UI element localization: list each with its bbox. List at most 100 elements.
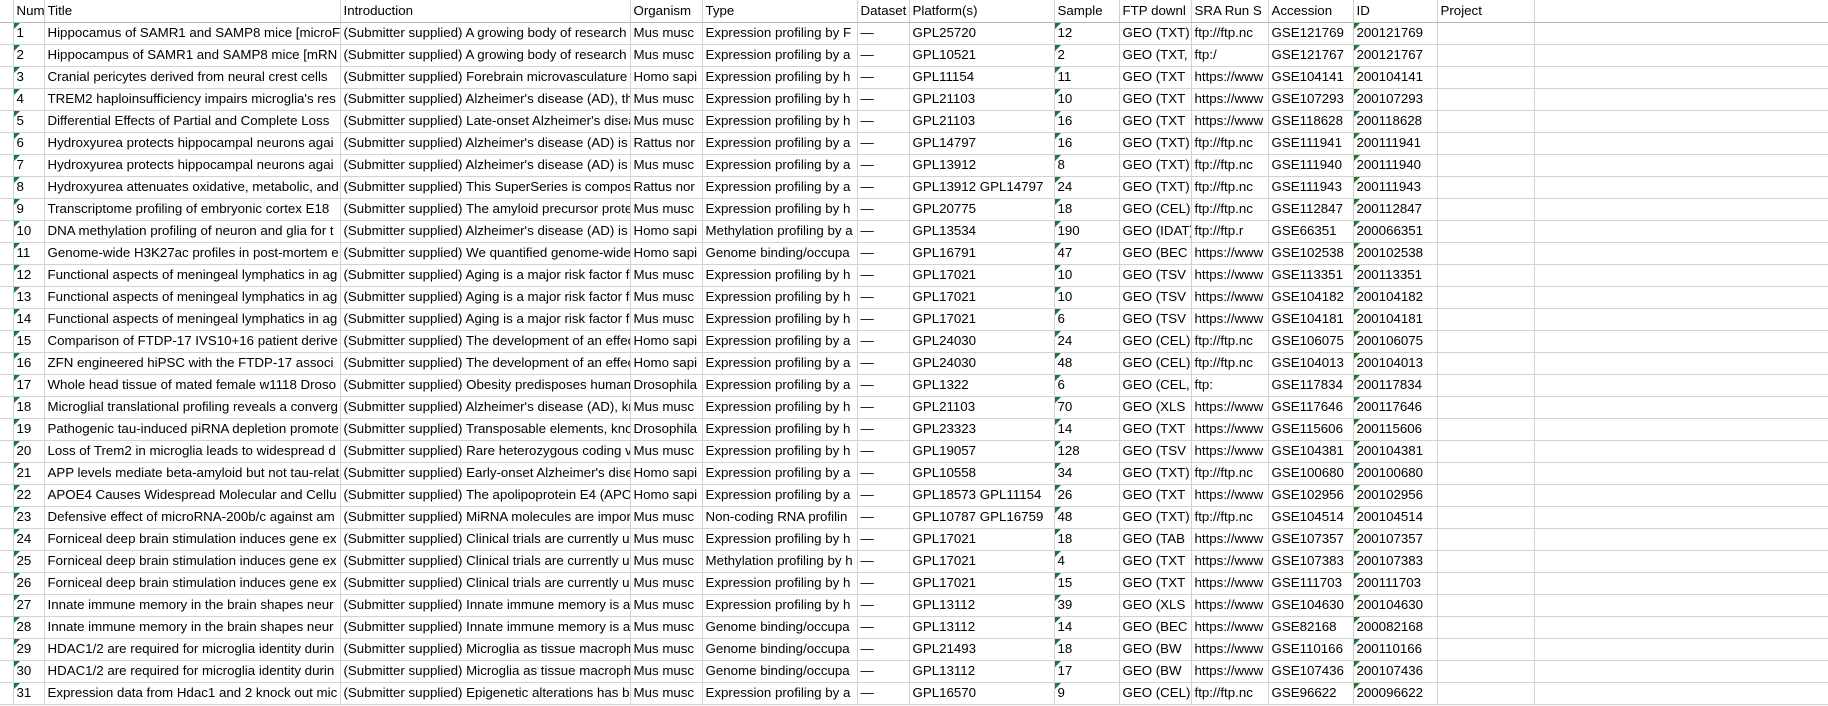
cell-introduction[interactable]: (Submitter supplied) Transposable elemen… [340, 418, 631, 441]
cell-platform[interactable]: GPL23323 [909, 418, 1055, 441]
cell-sra-run-selector[interactable]: ftp: [1191, 374, 1269, 397]
cell-number[interactable]: 25 [13, 550, 45, 573]
column-header-ftp[interactable]: FTP downl [1119, 0, 1192, 23]
cell-empty-tail[interactable] [1534, 440, 1828, 463]
cell-title[interactable]: Cranial pericytes derived from neural cr… [44, 66, 341, 89]
cell-title[interactable]: ZFN engineered hiPSC with the FTDP-17 as… [44, 352, 341, 375]
cell-organism[interactable]: Rattus nor [630, 176, 703, 199]
cell-title[interactable]: APOE4 Causes Widespread Molecular and Ce… [44, 484, 341, 507]
cell-number[interactable]: 17 [13, 374, 45, 397]
cell-platform[interactable]: GPL18573 GPL11154 [909, 484, 1055, 507]
cell-project[interactable] [1437, 44, 1535, 67]
cell-title[interactable]: Whole head tissue of mated female w1118 … [44, 374, 341, 397]
cell-sra-run-selector[interactable]: https://www [1191, 308, 1269, 331]
cell-accession[interactable]: GSE104013 [1268, 352, 1354, 375]
cell-id[interactable]: 200111703 [1353, 572, 1438, 595]
cell-title[interactable]: Hippocamus of SAMR1 and SAMP8 mice [micr… [44, 22, 341, 45]
cell-title[interactable]: HDAC1/2 are required for microglia ident… [44, 660, 341, 683]
cell-number[interactable]: 10 [13, 220, 45, 243]
cell-empty-tail[interactable] [1534, 682, 1828, 705]
cell-sra-run-selector[interactable]: https://www [1191, 528, 1269, 551]
cell-type[interactable]: Expression profiling by h [702, 440, 858, 463]
cell-project[interactable] [1437, 264, 1535, 287]
row-gutter[interactable] [0, 66, 14, 89]
cell-id[interactable]: 200104181 [1353, 308, 1438, 331]
cell-organism[interactable]: Mus musc [630, 594, 703, 617]
column-header-dataset[interactable]: Dataset [857, 0, 910, 23]
cell-organism[interactable]: Homo sapi [630, 220, 703, 243]
row-gutter[interactable] [0, 176, 14, 199]
cell-organism[interactable]: Mus musc [630, 22, 703, 45]
cell-sample[interactable]: 10 [1054, 264, 1120, 287]
cell-platform[interactable]: GPL20775 [909, 198, 1055, 221]
cell-project[interactable] [1437, 242, 1535, 265]
cell-type[interactable]: Expression profiling by h [702, 198, 858, 221]
cell-ftp-download[interactable]: GEO (TSV [1119, 440, 1192, 463]
cell-id[interactable]: 200110166 [1353, 638, 1438, 661]
cell-id[interactable]: 200117646 [1353, 396, 1438, 419]
cell-platform[interactable]: GPL13112 [909, 594, 1055, 617]
cell-title[interactable]: Microglial translational profiling revea… [44, 396, 341, 419]
cell-empty-tail[interactable] [1534, 550, 1828, 573]
cell-project[interactable] [1437, 396, 1535, 419]
cell-introduction[interactable]: (Submitter supplied) Alzheimer's disease… [340, 154, 631, 177]
cell-empty-tail[interactable] [1534, 198, 1828, 221]
row-gutter[interactable] [0, 594, 14, 617]
cell-sra-run-selector[interactable]: https://www [1191, 264, 1269, 287]
cell-accession[interactable]: GSE110166 [1268, 638, 1354, 661]
cell-type[interactable]: Expression profiling by a [702, 462, 858, 485]
cell-number[interactable]: 30 [13, 660, 45, 683]
cell-sra-run-selector[interactable]: https://www [1191, 616, 1269, 639]
cell-introduction[interactable]: (Submitter supplied) Alzheimer's disease… [340, 88, 631, 111]
cell-title[interactable]: Forniceal deep brain stimulation induces… [44, 572, 341, 595]
cell-accession[interactable]: GSE104514 [1268, 506, 1354, 529]
cell-platform[interactable]: GPL13912 [909, 154, 1055, 177]
cell-organism[interactable]: Mus musc [630, 572, 703, 595]
cell-introduction[interactable]: (Submitter supplied) Microglia as tissue… [340, 660, 631, 683]
column-header-id[interactable]: ID [1353, 0, 1438, 23]
cell-title[interactable]: Pathogenic tau-induced piRNA depletion p… [44, 418, 341, 441]
cell-ftp-download[interactable]: GEO (TXT [1119, 88, 1192, 111]
cell-sample[interactable]: 24 [1054, 330, 1120, 353]
cell-accession[interactable]: GSE102538 [1268, 242, 1354, 265]
cell-introduction[interactable]: (Submitter supplied) The amyloid precurs… [340, 198, 631, 221]
cell-platform[interactable]: GPL25720 [909, 22, 1055, 45]
cell-empty-tail[interactable] [1534, 308, 1828, 331]
cell-number[interactable]: 1 [13, 22, 45, 45]
cell-accession[interactable]: GSE107436 [1268, 660, 1354, 683]
cell-type[interactable]: Genome binding/occupa [702, 660, 858, 683]
cell-dataset[interactable]: — [857, 616, 910, 639]
cell-accession[interactable]: GSE118628 [1268, 110, 1354, 133]
cell-sample[interactable]: 48 [1054, 506, 1120, 529]
cell-title[interactable]: Innate immune memory in the brain shapes… [44, 594, 341, 617]
cell-project[interactable] [1437, 374, 1535, 397]
cell-sample[interactable]: 6 [1054, 308, 1120, 331]
cell-accession[interactable]: GSE117834 [1268, 374, 1354, 397]
cell-number[interactable]: 22 [13, 484, 45, 507]
cell-organism[interactable]: Mus musc [630, 396, 703, 419]
column-header-title[interactable]: Title [44, 0, 341, 23]
cell-dataset[interactable]: — [857, 88, 910, 111]
cell-sra-run-selector[interactable]: ftp://ftp.nc [1191, 154, 1269, 177]
cell-sample[interactable]: 9 [1054, 682, 1120, 705]
cell-platform[interactable]: GPL11154 [909, 66, 1055, 89]
cell-number[interactable]: 9 [13, 198, 45, 221]
cell-project[interactable] [1437, 198, 1535, 221]
cell-type[interactable]: Expression profiling by a [702, 176, 858, 199]
cell-organism[interactable]: Mus musc [630, 44, 703, 67]
row-gutter[interactable] [0, 638, 14, 661]
cell-introduction[interactable]: (Submitter supplied) Obesity predisposes… [340, 374, 631, 397]
cell-empty-tail[interactable] [1534, 176, 1828, 199]
cell-id[interactable]: 200121769 [1353, 22, 1438, 45]
cell-title[interactable]: Forniceal deep brain stimulation induces… [44, 550, 341, 573]
cell-title[interactable]: DNA methylation profiling of neuron and … [44, 220, 341, 243]
cell-project[interactable] [1437, 88, 1535, 111]
cell-project[interactable] [1437, 330, 1535, 353]
cell-ftp-download[interactable]: GEO (XLS [1119, 594, 1192, 617]
cell-project[interactable] [1437, 308, 1535, 331]
cell-sample[interactable]: 16 [1054, 132, 1120, 155]
cell-sample[interactable]: 47 [1054, 242, 1120, 265]
cell-empty-tail[interactable] [1534, 44, 1828, 67]
cell-accession[interactable]: GSE107383 [1268, 550, 1354, 573]
cell-platform[interactable]: GPL10558 [909, 462, 1055, 485]
